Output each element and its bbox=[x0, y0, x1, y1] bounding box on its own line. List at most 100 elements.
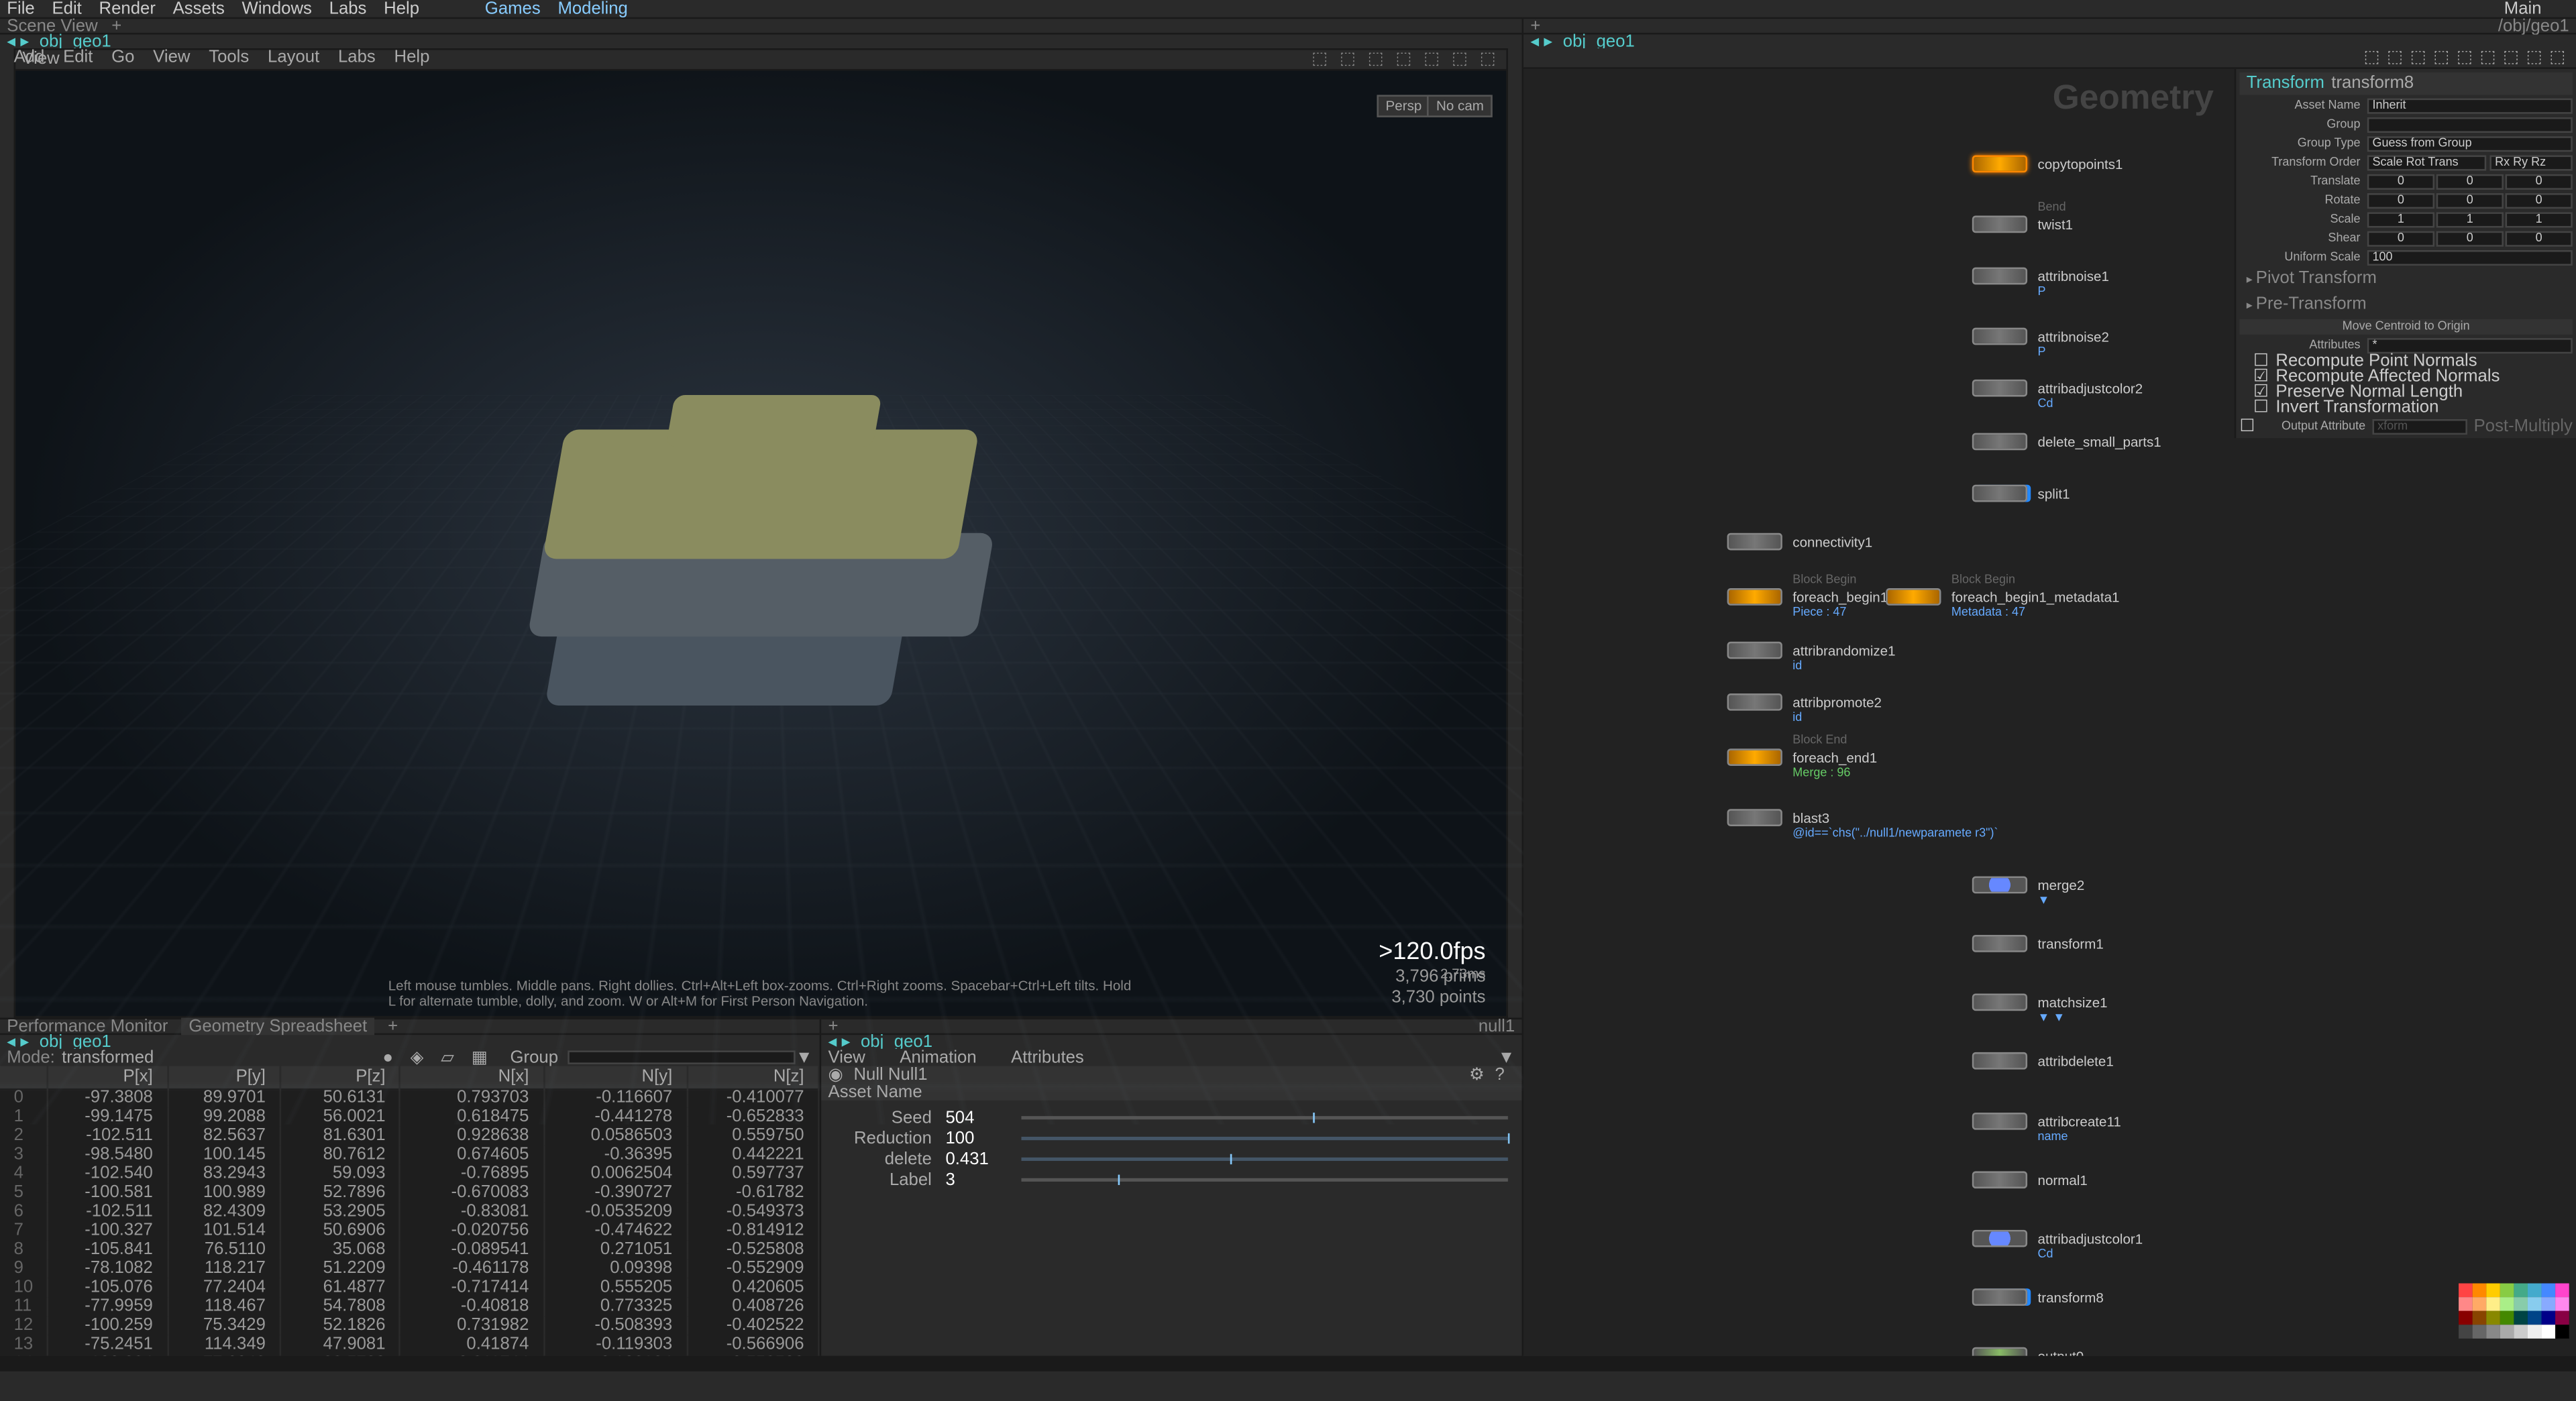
network-path-bar[interactable]: ◂ ▸ obj geo1 bbox=[1523, 34, 2576, 48]
swatch[interactable] bbox=[2542, 1284, 2556, 1298]
swatch[interactable] bbox=[2555, 1284, 2569, 1298]
net-tool-icon[interactable]: ⬚ bbox=[2503, 48, 2519, 67]
node-attribnoise2[interactable]: attribnoise2P bbox=[1972, 328, 2109, 345]
swatch[interactable] bbox=[2500, 1284, 2514, 1298]
vp-tool-icon[interactable]: ⬚ bbox=[1368, 50, 1384, 69]
slider[interactable] bbox=[1022, 1158, 1508, 1161]
node-attribnoise1[interactable]: attribnoise1P bbox=[1972, 268, 2109, 285]
menu-file[interactable]: File bbox=[7, 0, 34, 18]
node-merge2[interactable]: merge2▼ bbox=[1972, 877, 2085, 894]
menu-labs[interactable]: Labs bbox=[329, 0, 367, 18]
swatch[interactable] bbox=[2555, 1311, 2569, 1325]
net-tool-icon[interactable]: ⬚ bbox=[2457, 48, 2473, 67]
vp-tool-icon[interactable]: ⬚ bbox=[1395, 50, 1411, 69]
net-menu[interactable]: Labs bbox=[338, 48, 376, 67]
swatch[interactable] bbox=[2555, 1325, 2569, 1339]
menu-assets[interactable]: Assets bbox=[173, 0, 225, 18]
swatch[interactable] bbox=[2486, 1311, 2500, 1325]
swatch[interactable] bbox=[2514, 1284, 2528, 1298]
net-tool-icon[interactable]: ⬚ bbox=[2526, 48, 2542, 67]
swatch[interactable] bbox=[2542, 1325, 2556, 1339]
net-menu[interactable]: View bbox=[153, 48, 190, 67]
node-twist1[interactable]: twist1Bend bbox=[1972, 216, 2073, 233]
menu-edit[interactable]: Edit bbox=[52, 0, 81, 18]
desktop-tab-games[interactable]: Games bbox=[485, 0, 541, 18]
swatch[interactable] bbox=[2486, 1284, 2500, 1298]
node-copytopoints1[interactable]: copytopoints1 bbox=[1972, 155, 2123, 172]
main-menubar[interactable]: File Edit Render Assets Windows Labs Hel… bbox=[0, 0, 2576, 19]
node-transform1[interactable]: transform1 bbox=[1972, 935, 2104, 952]
net-menu[interactable]: Edit bbox=[63, 48, 93, 67]
swatch[interactable] bbox=[2473, 1311, 2487, 1325]
swatch[interactable] bbox=[2500, 1325, 2514, 1339]
swatch[interactable] bbox=[2528, 1284, 2542, 1298]
vp-tool-icon[interactable]: ⬚ bbox=[1340, 50, 1356, 69]
net-menu[interactable]: Tools bbox=[209, 48, 249, 67]
network-path[interactable]: /obj/geo1 bbox=[2498, 16, 2569, 35]
swatch[interactable] bbox=[2514, 1325, 2528, 1339]
vp-tool-icon[interactable]: ⬚ bbox=[1311, 50, 1328, 69]
swatch[interactable] bbox=[2473, 1325, 2487, 1339]
swatch[interactable] bbox=[2473, 1284, 2487, 1298]
net-menu[interactable]: Add bbox=[14, 48, 45, 67]
desktop-label[interactable]: Main bbox=[2504, 0, 2542, 18]
node-attribadjustcolor2[interactable]: attribadjustcolor2Cd bbox=[1972, 380, 2143, 397]
swatch[interactable] bbox=[2500, 1311, 2514, 1325]
slider[interactable] bbox=[1022, 1137, 1508, 1140]
swatch[interactable] bbox=[2459, 1311, 2473, 1325]
net-tool-icon[interactable]: ⬚ bbox=[2363, 48, 2379, 67]
net-tool-icon[interactable]: ⬚ bbox=[2410, 48, 2426, 67]
network-editor[interactable]: Geometry copytopoints1twist1Bendattribno… bbox=[1523, 69, 2576, 1356]
node-split1[interactable]: split1 bbox=[1972, 485, 2070, 502]
swatch[interactable] bbox=[2500, 1297, 2514, 1311]
node-connectivity1[interactable]: connectivity1 bbox=[1727, 533, 1873, 551]
net-menu[interactable]: Layout bbox=[268, 48, 319, 67]
swatch[interactable] bbox=[2542, 1297, 2556, 1311]
viewport-path-bar[interactable]: ◂ ▸ obj geo1 bbox=[0, 34, 1522, 48]
parm-label[interactable]: Label 3 bbox=[828, 1170, 1515, 1190]
vp-tool-icon[interactable]: ⬚ bbox=[1424, 50, 1440, 69]
viewport[interactable]: View ⬚ ⬚ ⬚ ⬚ ⬚ ⬚ ⬚ Persp No cam bbox=[14, 48, 1508, 1017]
net-tool-icon[interactable]: ⬚ bbox=[2433, 48, 2449, 67]
menu-render[interactable]: Render bbox=[99, 0, 156, 18]
node-attribrandomize1[interactable]: attribrandomize1id bbox=[1727, 642, 1896, 659]
net-menu[interactable]: Help bbox=[394, 48, 430, 67]
node-attribdelete1[interactable]: attribdelete1 bbox=[1972, 1052, 2114, 1070]
parm-reduction[interactable]: Reduction 100 bbox=[828, 1128, 1515, 1149]
group-field[interactable] bbox=[2367, 117, 2573, 132]
node-matchsize1[interactable]: matchsize1▼ ▼ bbox=[1972, 993, 2108, 1011]
swatch[interactable] bbox=[2459, 1297, 2473, 1311]
swatch[interactable] bbox=[2514, 1297, 2528, 1311]
menu-windows[interactable]: Windows bbox=[242, 0, 312, 18]
node-blast3[interactable]: blast3@id==`chs("../null1/newparamete r3… bbox=[1727, 809, 1830, 826]
swatch[interactable] bbox=[2486, 1325, 2500, 1339]
tab-add-icon[interactable]: + bbox=[111, 16, 121, 35]
swatch[interactable] bbox=[2459, 1325, 2473, 1339]
node-delete_small_parts1[interactable]: delete_small_parts1 bbox=[1972, 433, 2161, 451]
color-palette[interactable] bbox=[2459, 1284, 2569, 1339]
swatch[interactable] bbox=[2486, 1297, 2500, 1311]
swatch[interactable] bbox=[2528, 1311, 2542, 1325]
nocam-dropdown[interactable]: No cam bbox=[1428, 95, 1493, 117]
node-normal1[interactable]: normal1 bbox=[1972, 1171, 2088, 1188]
slider[interactable] bbox=[1022, 1116, 1508, 1119]
node-foreach_end1[interactable]: foreach_end1Block EndMerge : 96 bbox=[1727, 748, 1878, 766]
node-attribpromote2[interactable]: attribpromote2id bbox=[1727, 693, 1882, 711]
net-tool-icon[interactable]: ⬚ bbox=[2549, 48, 2565, 67]
desktop-tab-modeling[interactable]: Modeling bbox=[557, 0, 627, 18]
net-tool-icon[interactable]: ⬚ bbox=[2479, 48, 2496, 67]
swatch[interactable] bbox=[2528, 1297, 2542, 1311]
net-tool-icon[interactable]: ⬚ bbox=[2387, 48, 2403, 67]
camera-dropdown[interactable]: Persp bbox=[1377, 95, 1430, 117]
swatch[interactable] bbox=[2473, 1297, 2487, 1311]
node-attribadjustcolor1[interactable]: attribadjustcolor1Cd bbox=[1972, 1230, 2143, 1247]
vp-tool-icon[interactable]: ⬚ bbox=[1480, 50, 1496, 69]
slider[interactable] bbox=[1022, 1178, 1508, 1182]
move-centroid-button[interactable]: Move Centroid to Origin bbox=[2239, 319, 2572, 335]
swatch[interactable] bbox=[2459, 1284, 2473, 1298]
parm-delete[interactable]: delete 0.431 bbox=[828, 1149, 1515, 1170]
net-menu[interactable]: Go bbox=[111, 48, 134, 67]
swatch[interactable] bbox=[2514, 1311, 2528, 1325]
vp-tool-icon[interactable]: ⬚ bbox=[1452, 50, 1468, 69]
swatch[interactable] bbox=[2555, 1297, 2569, 1311]
